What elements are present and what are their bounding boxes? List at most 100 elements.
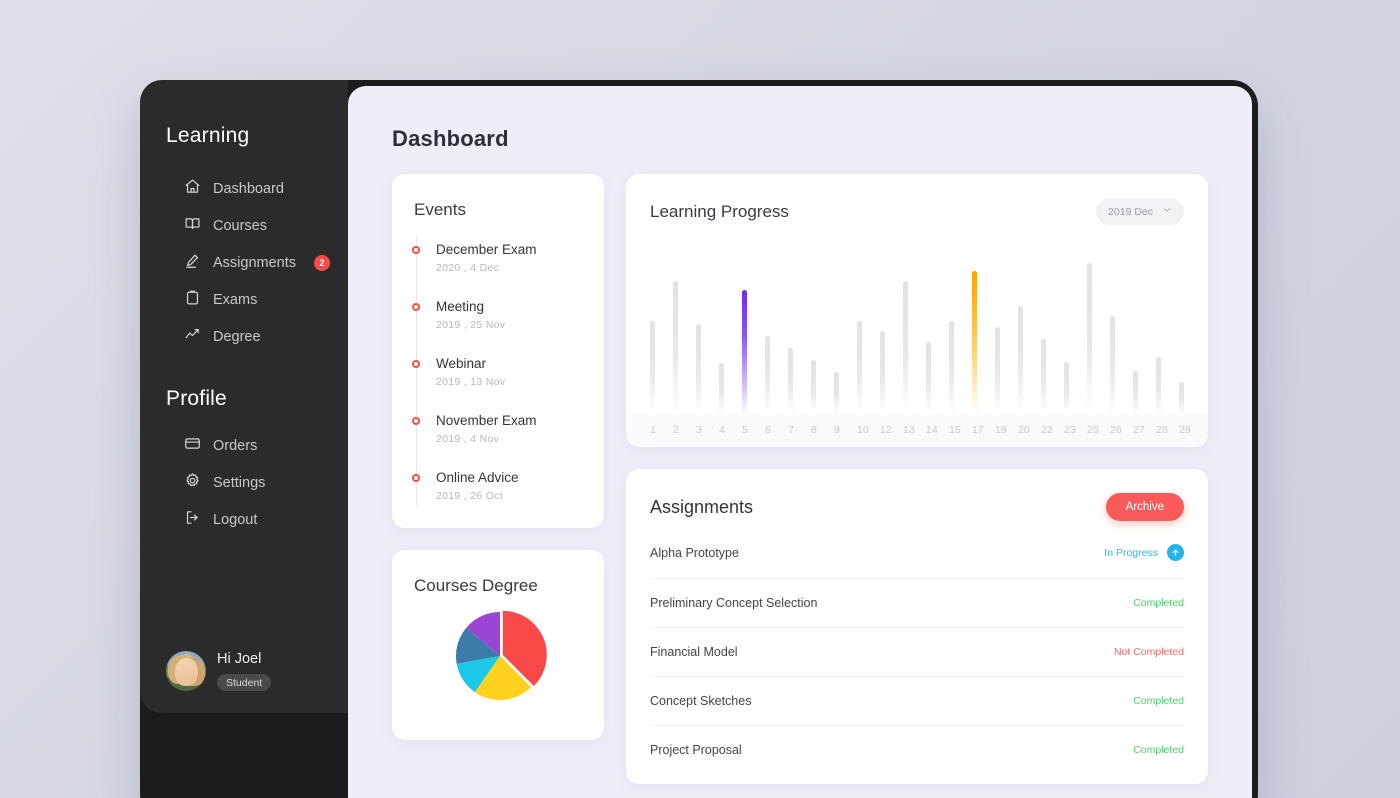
assignments-header: Assignments Archive — [650, 493, 1184, 521]
status-label: Completed — [1133, 744, 1184, 756]
left-column: Events December Exam 2020 , 4 Dec Meeting 2… — [392, 174, 604, 784]
x-tick-label: 3 — [696, 424, 702, 436]
event-dot-icon — [412, 303, 420, 311]
assignment-row[interactable]: Project Proposal Completed — [650, 726, 1184, 774]
bar-22[interactable] — [1041, 339, 1046, 415]
assignment-row[interactable]: Concept Sketches Completed — [650, 677, 1184, 726]
assignment-name: Project Proposal — [650, 743, 742, 757]
assignment-name: Concept Sketches — [650, 694, 752, 708]
bar-chart-bars — [650, 263, 1184, 415]
pie-chart-wrap — [412, 606, 584, 706]
main-panel: Dashboard Events December Exam 2020 , 4 D… — [348, 86, 1252, 798]
sidebar-item-label: Degree — [213, 328, 261, 345]
x-tick-label: 8 — [811, 424, 817, 436]
logout-icon — [184, 509, 201, 530]
status-label: Not Completed — [1113, 646, 1184, 658]
event-name: November Exam — [436, 413, 537, 428]
events-title: Events — [414, 200, 466, 219]
sidebar-item-exams[interactable]: Exams — [140, 281, 348, 318]
event-date: 2020 , 4 Dec — [436, 262, 500, 274]
bar-26[interactable] — [1110, 316, 1115, 415]
bar-13[interactable] — [903, 281, 908, 415]
sidebar: Learning Dashboard Courses Assignments 2… — [140, 80, 348, 713]
arrow-up-icon[interactable] — [1167, 544, 1184, 561]
event-date: 2019 , 13 Nov — [436, 376, 506, 388]
event-dot-icon — [412, 474, 420, 482]
bar-17[interactable] — [972, 270, 977, 415]
user-role-badge: Student — [217, 674, 272, 691]
assignment-row[interactable]: Alpha Prototype In Progress — [650, 527, 1184, 579]
event-name: Meeting — [436, 299, 485, 314]
assignment-row[interactable]: Financial Model Not Completed — [650, 628, 1184, 677]
assignment-status: Completed — [1133, 597, 1184, 609]
x-tick-label: 13 — [903, 424, 915, 436]
sidebar-item-courses[interactable]: Courses — [140, 207, 348, 244]
assignment-name: Alpha Prototype — [650, 545, 739, 560]
clipboard-icon — [184, 289, 201, 310]
event-date: 2019 , 4 Nov — [436, 433, 500, 445]
dashboard-grid: Events December Exam 2020 , 4 Dec Meeting 2… — [348, 174, 1252, 784]
progress-header: Learning Progress 2019 Dec — [650, 198, 1184, 225]
assignment-status: In Progress — [1104, 544, 1184, 561]
learning-progress-card: Learning Progress 2019 Dec 1 2 3 4 5 6 7 8 9 10 12… — [626, 174, 1208, 447]
period-selector[interactable]: 2019 Dec — [1096, 198, 1184, 225]
events-timeline: December Exam 2020 , 4 Dec Meeting 2019 , 2… — [412, 236, 584, 506]
user-profile[interactable]: Hi Joel Student — [166, 650, 272, 691]
sidebar-item-label: Assignments — [213, 254, 297, 271]
assignment-status: Completed — [1133, 744, 1184, 756]
sidebar-item-assignments[interactable]: Assignments 2 — [140, 244, 348, 281]
bar-27[interactable] — [1133, 370, 1138, 415]
event-item[interactable]: November Exam 2019 , 4 Nov — [412, 413, 584, 445]
bar-1[interactable] — [650, 320, 655, 415]
bar-20[interactable] — [1018, 305, 1023, 415]
bar-23[interactable] — [1064, 361, 1069, 415]
bar-9[interactable] — [834, 372, 839, 415]
bar-25[interactable] — [1087, 263, 1092, 415]
event-item[interactable]: Webinar 2019 , 13 Nov — [412, 356, 584, 388]
bar-3[interactable] — [696, 323, 701, 415]
assignments-title: Assignments — [650, 496, 754, 517]
event-date: 2019 , 26 Oct — [436, 490, 503, 502]
bar-chart — [650, 247, 1184, 415]
sidebar-item-label: Dashboard — [213, 180, 284, 197]
x-tick-label: 12 — [880, 424, 892, 436]
archive-button[interactable]: Archive — [1105, 493, 1184, 521]
degree-title: Courses Degree — [414, 576, 538, 595]
assignment-name: Preliminary Concept Selection — [650, 596, 818, 610]
page-title: Dashboard — [392, 126, 509, 151]
sidebar-item-label: Settings — [213, 474, 266, 491]
event-dot-icon — [412, 360, 420, 368]
event-name: Online Advice — [436, 470, 519, 485]
bar-6[interactable] — [765, 335, 770, 415]
event-item[interactable]: Online Advice 2019 , 26 Oct — [412, 470, 584, 502]
assignments-badge: 2 — [314, 254, 331, 271]
x-tick-label: 10 — [857, 424, 869, 436]
bar-8[interactable] — [811, 360, 816, 415]
pie-chart — [448, 606, 548, 706]
event-item[interactable]: December Exam 2020 , 4 Dec — [412, 242, 584, 274]
bar-29[interactable] — [1179, 381, 1184, 415]
x-tick-label: 4 — [719, 424, 725, 436]
assignment-row[interactable]: Preliminary Concept Selection Completed — [650, 579, 1184, 628]
bar-7[interactable] — [788, 348, 793, 415]
bar-12[interactable] — [880, 331, 885, 415]
event-item[interactable]: Meeting 2019 , 25 Nov — [412, 299, 584, 331]
sidebar-item-logout[interactable]: Logout — [140, 501, 348, 538]
sidebar-item-dashboard[interactable]: Dashboard — [140, 170, 348, 207]
x-tick-label: 28 — [1156, 424, 1168, 436]
bar-10[interactable] — [857, 320, 862, 415]
bar-4[interactable] — [719, 363, 724, 415]
avatar — [166, 650, 206, 691]
bar-5[interactable] — [742, 290, 747, 415]
bar-14[interactable] — [926, 342, 931, 415]
progress-title: Learning Progress — [650, 201, 789, 221]
bar-28[interactable] — [1156, 357, 1161, 415]
bar-19[interactable] — [995, 326, 1000, 415]
sidebar-item-orders[interactable]: Orders — [140, 427, 348, 464]
sidebar-item-degree[interactable]: Degree — [140, 318, 348, 355]
bar-15[interactable] — [949, 320, 954, 415]
bar-2[interactable] — [673, 281, 678, 415]
sidebar-item-settings[interactable]: Settings — [140, 464, 348, 501]
assignment-name: Financial Model — [650, 645, 738, 659]
x-tick-label: 17 — [972, 424, 984, 436]
